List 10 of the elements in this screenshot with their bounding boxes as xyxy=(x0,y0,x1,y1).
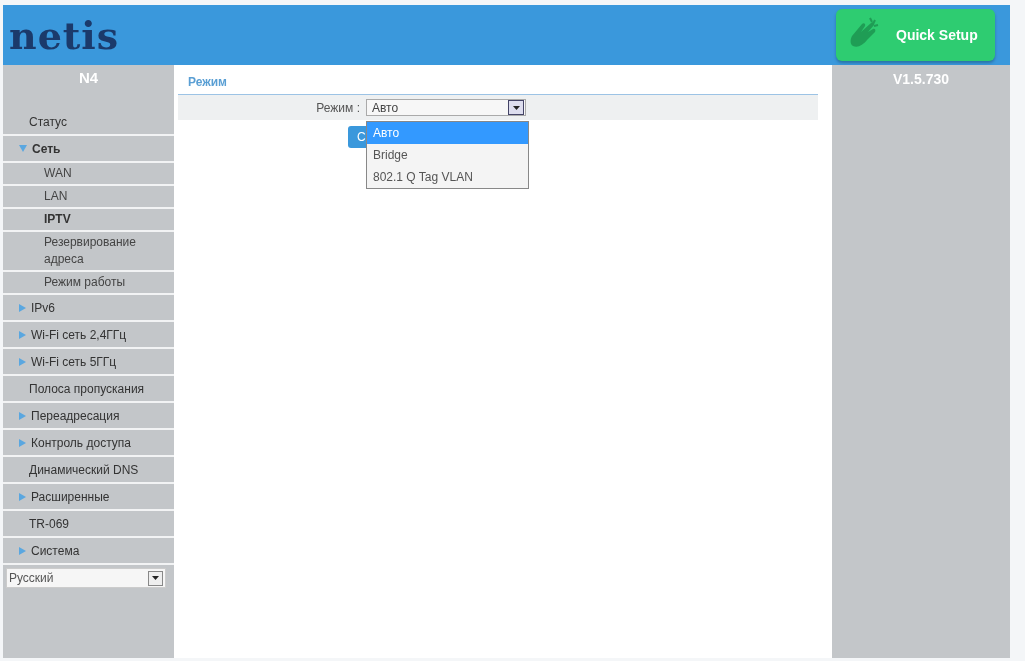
mode-select[interactable]: Авто xyxy=(366,99,526,116)
field-label: Режим : xyxy=(315,100,361,115)
language-select[interactable]: Русский xyxy=(6,568,166,588)
caret-icon xyxy=(512,105,520,110)
caret-icon xyxy=(152,576,159,580)
version-label: V1.5.730 xyxy=(891,70,951,87)
model-name: N4 xyxy=(77,68,100,88)
dropdown-option[interactable]: 802.1 Q Tag VLAN xyxy=(367,166,528,188)
logo: netis xyxy=(9,12,120,58)
dropdown-option[interactable]: Bridge xyxy=(367,144,528,166)
